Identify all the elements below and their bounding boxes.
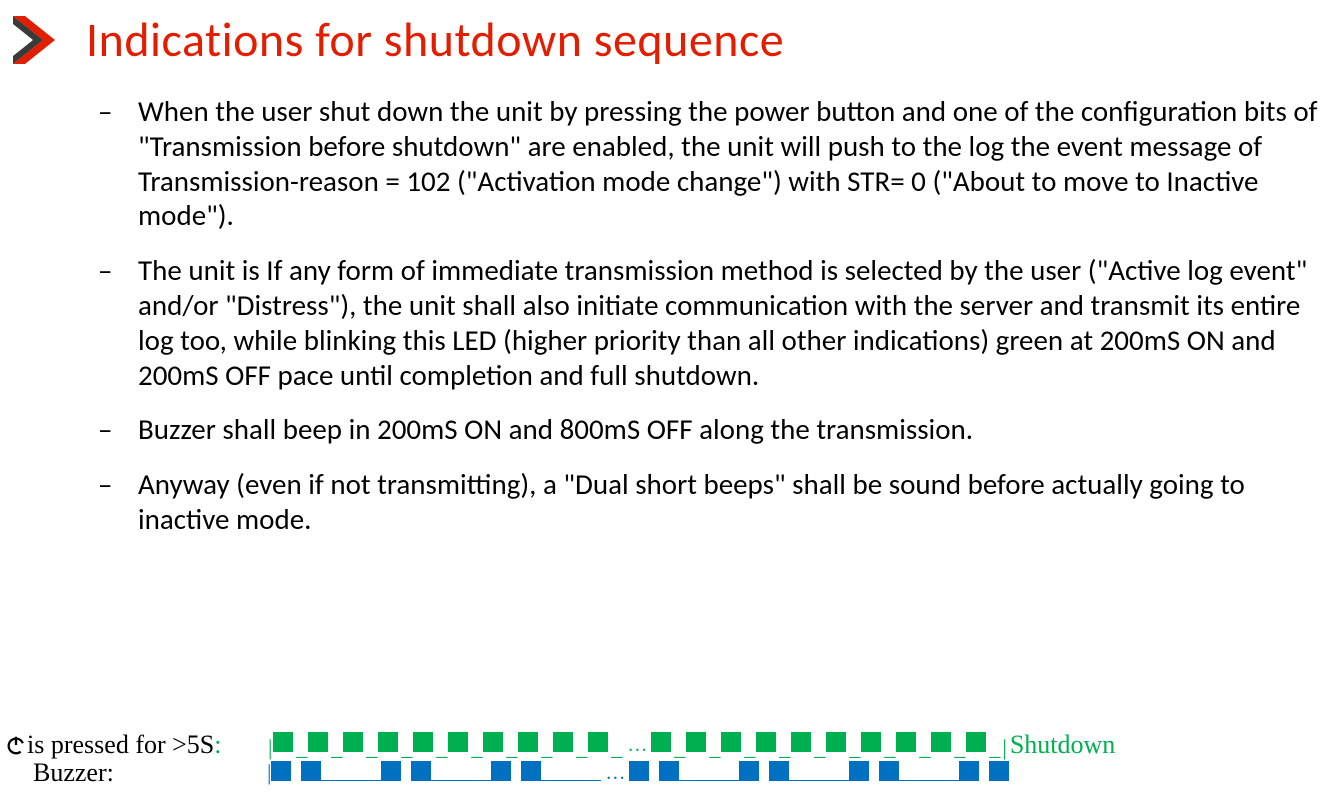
led-on-block [343,732,363,752]
buzzer-on-block [491,761,511,781]
led-on-block [448,732,468,752]
led-off-gap: _ [884,735,895,760]
buzzer-off-gap [899,761,959,781]
slide: Indications for shutdown sequence – When… [0,0,1338,801]
led-on-block [966,732,986,752]
content-area: – When the user shut down the unit by pr… [0,94,1338,537]
power-icon [5,734,27,756]
buzzer-on-block [959,761,979,781]
buzzer-on-block [411,761,431,781]
led-off-gap: _ [814,735,825,760]
buzzer-on-block [271,761,291,781]
buzzer-on-block [381,761,401,781]
led-on-block [308,732,328,752]
press-label-wrap: is pressed for >5S : [5,730,261,760]
bullet-item: – Buzzer shall beep in 200mS ON and 800m… [98,412,1338,447]
led-blocks-after: _ _ _ _ _ _ _ _ _ _ [651,732,1001,758]
bullet-item: – The unit is If any form of immediate t… [98,253,1338,392]
led-off-gap: _ [779,735,790,760]
buzzer-on-block [849,761,869,781]
buzzer-on-block [989,761,1009,781]
logo-chevron-icon [5,12,61,68]
led-on-block [651,732,671,752]
led-on-block [791,732,811,752]
led-on-block [826,732,846,752]
led-off-gap: _ [471,735,482,760]
bullet-item: – Anyway (even if not transmitting), a "… [98,467,1338,537]
led-off-gap: _ [401,735,412,760]
bullet-dash: – [98,412,138,447]
led-on-block [553,732,573,752]
led-off-gap: _ [674,735,685,760]
led-on-block [518,732,538,752]
colon-green: : [214,730,221,760]
led-on-block [721,732,741,752]
buzzer-label: Buzzer: [33,758,114,787]
pipe: | [1002,735,1006,761]
led-off-gap: _ [919,735,930,760]
shutdown-label: Shutdown [1010,730,1115,760]
led-off-gap: _ [611,735,622,760]
led-off-gap: _ [366,735,377,760]
bullet-text: When the user shut down the unit by pres… [138,94,1338,233]
buzzer-off-gap [541,761,601,781]
bullet-item: – When the user shut down the unit by pr… [98,94,1338,233]
buzzer-on-block [739,761,759,781]
buzzer-blocks-after [629,761,1009,786]
timing-diagram: is pressed for >5S : | __________ … ____… [5,733,1318,789]
bullet-text: The unit is If any form of immediate tra… [138,253,1338,392]
led-off-gap: _ [576,735,587,760]
ellipsis: … [605,762,625,785]
led-on-block [378,732,398,752]
page-title: Indications for shutdown sequence [86,10,784,69]
bullet-dash: – [98,467,138,537]
buzzer-label-wrap: Buzzer: [5,758,261,788]
bullet-text: Anyway (even if not transmitting), a "Du… [138,467,1338,537]
led-off-gap: _ [296,735,307,760]
buzzer-blocks-before [271,761,601,786]
buzzer-on-block [879,761,899,781]
buzzer-on-block [629,761,649,781]
buzzer-on-block [769,761,789,781]
led-off-gap: _ [436,735,447,760]
led-off-gap: _ [954,735,965,760]
led-pattern: | _ _ _ _ _ _ _ _ _ _ … _ _ _ _ _ _ _ _ _ _ | Shutdown [267,730,1115,760]
led-blocks-before: _ _ _ _ _ _ _ _ _ _ [273,732,623,758]
led-on-block [861,732,881,752]
buzzer-off-gap [679,761,739,781]
led-on-block [273,732,293,752]
led-off-gap: _ [331,735,342,760]
led-on-block [896,732,916,752]
led-off-gap: _ [541,735,552,760]
buzzer-on-block [659,761,679,781]
led-off-gap: _ [744,735,755,760]
bullet-text: Buzzer shall beep in 200mS ON and 800mS … [138,412,1338,447]
led-on-block [483,732,503,752]
led-on-block [413,732,433,752]
buzzer-on-block [301,761,321,781]
buzzer-off-gap [321,761,381,781]
led-off-gap: _ [989,735,1000,760]
press-label: is pressed for >5S [27,730,214,760]
header: Indications for shutdown sequence [0,10,1338,69]
buzzer-timing-row: Buzzer: | … [5,761,1318,785]
led-off-gap: _ [849,735,860,760]
buzzer-pattern: | … [267,760,1009,786]
buzzer-on-block [521,761,541,781]
pipe: | [268,735,272,761]
led-on-block [588,732,608,752]
bullet-dash: – [98,94,138,233]
led-on-block [686,732,706,752]
buzzer-off-gap [789,761,849,781]
led-timing-row: is pressed for >5S : | _ _ _ _ _ _ _ _ _ _ … _ _ _ _… [5,733,1318,757]
led-on-block [931,732,951,752]
led-off-gap: _ [506,735,517,760]
buzzer-off-gap [431,761,491,781]
ellipsis: … [627,734,647,757]
bullet-dash: – [98,253,138,392]
led-on-block [756,732,776,752]
led-off-gap: _ [709,735,720,760]
